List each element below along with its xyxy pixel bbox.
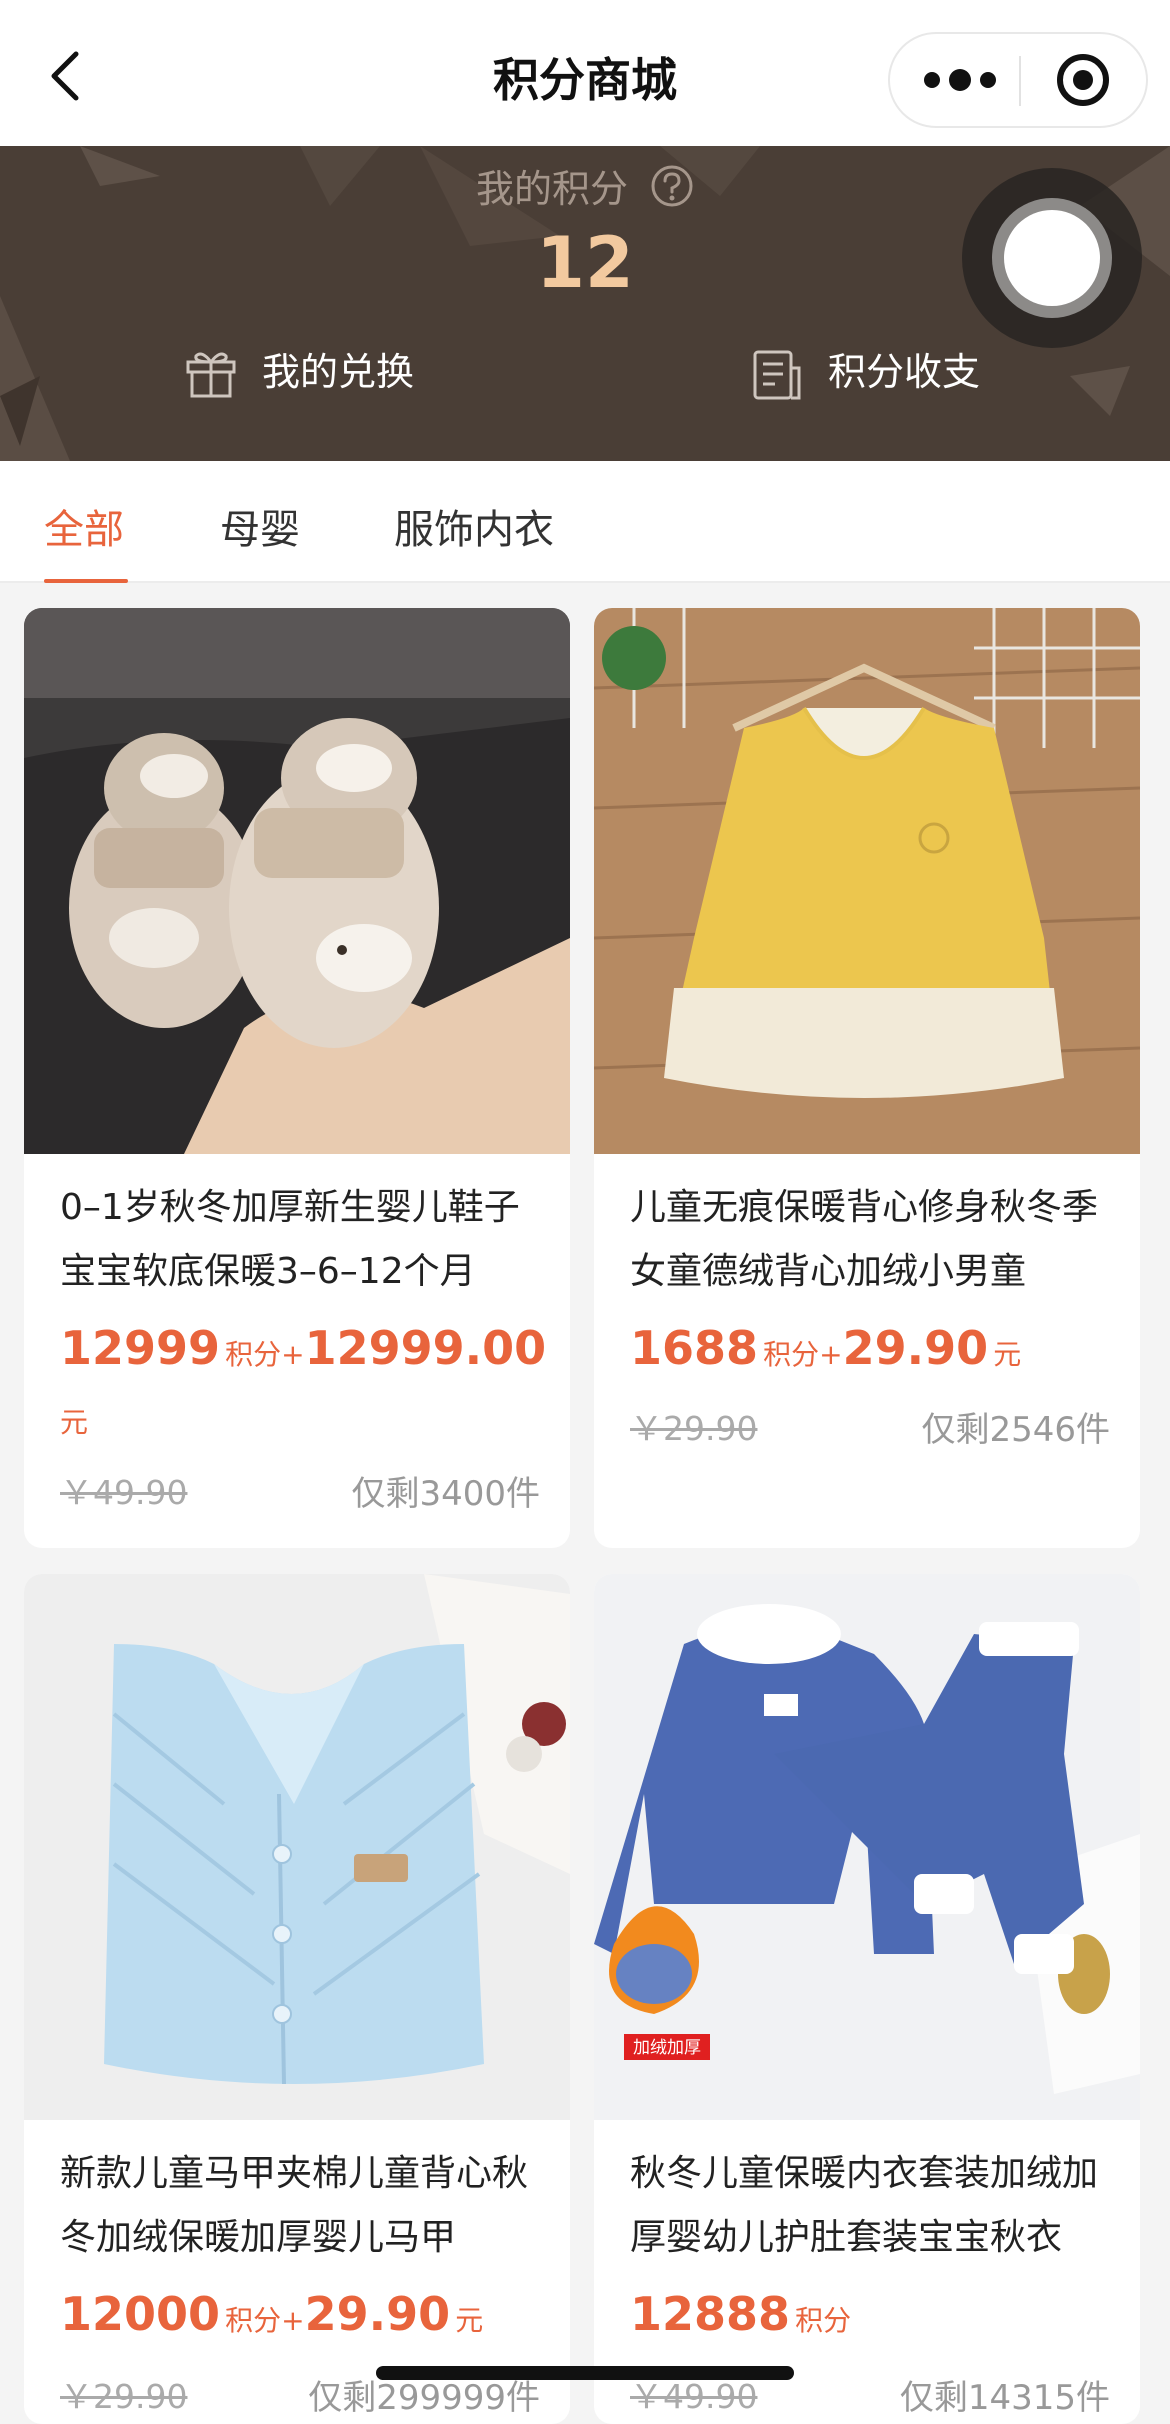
- tab-mother-baby[interactable]: 母婴: [220, 497, 300, 555]
- original-price: ￥29.90: [630, 1409, 758, 1448]
- product-price: 1688 积分+29.90 元: [630, 1316, 1120, 1391]
- tab-clothing-underwear[interactable]: 服饰内衣: [394, 497, 554, 555]
- product-price: 12000 积分+29.90 元: [60, 2282, 550, 2357]
- cash-price: 12999.00: [304, 1321, 547, 1375]
- points-ledger-label: 积分收支: [828, 350, 981, 394]
- product-image-badge: 加绒加厚: [633, 2038, 701, 2058]
- points-price: 1688: [630, 1321, 759, 1375]
- floating-button-ring: [992, 198, 1112, 318]
- original-price: ￥49.90: [60, 1473, 188, 1512]
- my-exchange-label: 我的兑换: [262, 350, 415, 394]
- category-tabs: 全部 母婴 服饰内衣: [0, 461, 1170, 583]
- original-price: ￥29.90: [60, 2377, 188, 2416]
- more-button[interactable]: [890, 34, 1018, 126]
- points-ledger-button[interactable]: 积分收支: [750, 342, 1010, 402]
- cash-price: 29.90: [304, 2287, 451, 2341]
- cash-unit: 元: [993, 1338, 1022, 1371]
- stock-remaining: 仅剩2546件: [921, 1410, 1110, 1450]
- product-meta-row: ￥49.90 仅剩3400件: [60, 1466, 540, 1516]
- document-list-icon: [753, 350, 801, 400]
- floating-assistive-button[interactable]: [962, 168, 1142, 348]
- stock-remaining: 仅剩3400件: [351, 1474, 540, 1514]
- product-title: 新款儿童马甲夹棉儿童背心秋冬加绒保暖加厚婴儿马甲: [60, 2153, 529, 2258]
- cash-price: 29.90: [842, 1321, 989, 1375]
- product-card[interactable]: 加绒加厚 秋冬儿童保暖内衣套装加绒加厚婴幼儿护肚套装宝宝秋衣 12888 积分 …: [594, 1574, 1140, 2424]
- active-tab-indicator: [44, 579, 128, 583]
- product-price: 12999 积分+12999.00 元: [60, 1316, 550, 1459]
- cash-unit: 元: [455, 2304, 484, 2337]
- product-image: [24, 608, 570, 1154]
- floating-button-core: [1004, 210, 1100, 306]
- product-meta-row: ￥29.90 仅剩2546件: [630, 1402, 1110, 1452]
- product-title: 0–1岁秋冬加厚新生婴儿鞋子宝宝软底保暖3–6–12个月: [60, 1187, 520, 1292]
- target-circle-icon: [1057, 54, 1109, 106]
- chevron-left-icon: [51, 51, 79, 101]
- points-unit: 积分+: [763, 1338, 843, 1371]
- product-image: 加绒加厚: [594, 1574, 1140, 2120]
- close-mini-program-button[interactable]: [1021, 34, 1148, 126]
- home-indicator: [376, 2366, 794, 2380]
- product-title: 儿童无痕保暖背心修身秋冬季女童德绒背心加绒小男童: [630, 1187, 1099, 1292]
- product-price: 12888 积分: [630, 2282, 1120, 2357]
- points-price: 12000: [60, 2287, 221, 2341]
- product-image: [594, 608, 1140, 1154]
- product-title: 秋冬儿童保暖内衣套装加绒加厚婴幼儿护肚套装宝宝秋衣: [630, 2153, 1099, 2258]
- navigation-bar: 积分商城: [0, 0, 1170, 146]
- points-price: 12999: [60, 1321, 221, 1375]
- stock-remaining: 仅剩14315件: [899, 2378, 1110, 2418]
- help-button[interactable]: [650, 164, 694, 208]
- product-image: [24, 1574, 570, 2120]
- product-card[interactable]: 儿童无痕保暖背心修身秋冬季女童德绒背心加绒小男童 1688 积分+29.90 元…: [594, 608, 1140, 1548]
- points-unit: 积分+: [225, 1338, 305, 1371]
- mini-program-capsule: [888, 32, 1148, 128]
- cash-unit: 元: [60, 1406, 89, 1439]
- tab-all[interactable]: 全部: [44, 497, 124, 555]
- my-exchange-button[interactable]: 我的兑换: [184, 342, 444, 402]
- more-dots-icon: [924, 69, 996, 91]
- points-price: 12888: [630, 2287, 791, 2341]
- back-button[interactable]: [44, 48, 92, 104]
- points-label: 我的积分: [475, 167, 628, 211]
- product-card[interactable]: 新款儿童马甲夹棉儿童背心秋冬加绒保暖加厚婴儿马甲 12000 积分+29.90 …: [24, 1574, 570, 2424]
- points-unit: 积分: [795, 2304, 852, 2337]
- points-unit: 积分+: [225, 2304, 305, 2337]
- question-circle-icon: [651, 165, 693, 206]
- gift-icon: [186, 352, 236, 398]
- product-card[interactable]: 0–1岁秋冬加厚新生婴儿鞋子宝宝软底保暖3–6–12个月 12999 积分+12…: [24, 608, 570, 1548]
